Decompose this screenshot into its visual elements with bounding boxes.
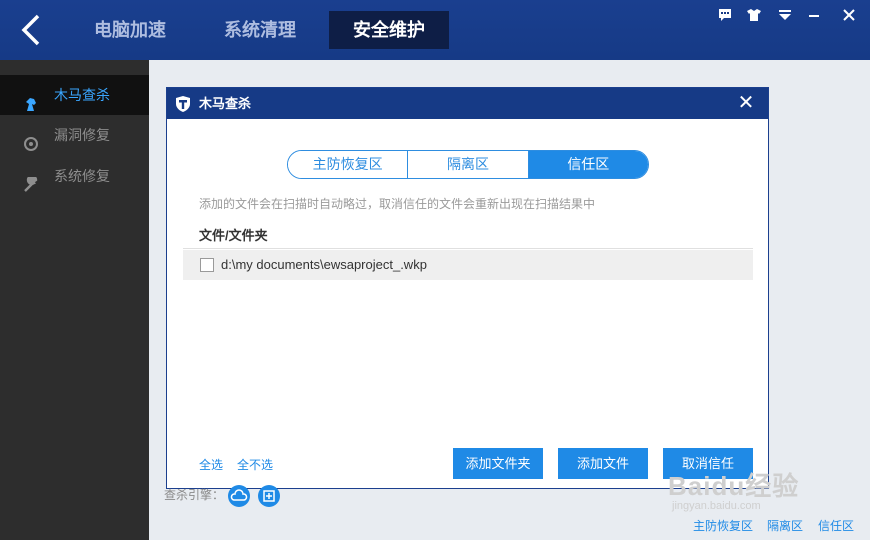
- tab-trust-zone[interactable]: 信任区: [528, 151, 648, 178]
- bottom-link-defense-recovery[interactable]: 主防恢复区: [693, 517, 753, 534]
- horse-icon: [23, 87, 39, 111]
- engine-label: 查杀引擎：: [164, 488, 225, 502]
- table-row[interactable]: d:\my documents\ewsaproject_.wkp: [183, 250, 753, 280]
- sidebar-item-system-fix[interactable]: 系统修复: [0, 156, 149, 196]
- tab-defense-recovery[interactable]: 主防恢复区: [288, 151, 409, 178]
- add-file-button[interactable]: 添加文件: [558, 448, 648, 479]
- bottom-link-quarantine[interactable]: 隔离区: [767, 517, 803, 534]
- file-checkbox[interactable]: [200, 258, 214, 272]
- top-bar: 电脑加速 系统清理 安全维护: [0, 0, 870, 60]
- cloud-engine-icon[interactable]: [228, 485, 250, 507]
- feedback-icon[interactable]: [716, 8, 734, 24]
- close-icon[interactable]: ✕: [736, 93, 756, 113]
- local-engine-icon[interactable]: [258, 485, 280, 507]
- tab-cleanup[interactable]: 系统清理: [210, 11, 310, 49]
- select-all-link[interactable]: 全选: [199, 456, 223, 473]
- sidebar: 木马查杀 漏洞修复 系统修复: [0, 60, 149, 540]
- shield-logo-icon: [175, 95, 191, 113]
- skin-icon[interactable]: [745, 8, 763, 24]
- tab-quarantine[interactable]: 隔离区: [408, 151, 529, 178]
- bottom-link-trust-zone[interactable]: 信任区: [818, 517, 854, 534]
- close-window-icon[interactable]: [840, 8, 858, 24]
- sidebar-item-vuln-fix[interactable]: 漏洞修复: [0, 115, 149, 155]
- divider: [183, 248, 753, 249]
- column-header: 文件/文件夹: [199, 228, 268, 243]
- tab-speedup[interactable]: 电脑加速: [80, 11, 180, 49]
- back-arrow-icon[interactable]: [18, 12, 48, 48]
- minimize-icon[interactable]: [805, 8, 823, 24]
- menu-icon[interactable]: [776, 8, 794, 24]
- patch-icon: [23, 127, 39, 151]
- wrench-icon: [23, 168, 39, 192]
- select-none-link[interactable]: 全不选: [237, 456, 273, 473]
- tab-security[interactable]: 安全维护: [329, 11, 449, 49]
- sidebar-item-label: 漏洞修复: [54, 127, 110, 143]
- dialog-title: 木马查杀: [199, 96, 252, 111]
- segment-tabs: 主防恢复区 隔离区 信任区: [287, 150, 649, 179]
- dialog-header: 木马查杀 ✕: [167, 88, 768, 119]
- add-folder-button[interactable]: 添加文件夹: [453, 448, 543, 479]
- sidebar-item-trojan-scan[interactable]: 木马查杀: [0, 75, 149, 115]
- trojan-scan-dialog: 木马查杀 ✕ 主防恢复区 隔离区 信任区 添加的文件会在扫描时自动略过，取消信任…: [166, 87, 769, 489]
- watermark-url: jingyan.baidu.com: [672, 500, 761, 512]
- sidebar-item-label: 木马查杀: [54, 87, 110, 103]
- watermark-text: Baidu经验: [668, 471, 800, 501]
- file-path: d:\my documents\ewsaproject_.wkp: [221, 257, 427, 272]
- sidebar-item-label: 系统修复: [54, 168, 110, 184]
- hint-text: 添加的文件会在扫描时自动略过，取消信任的文件会重新出现在扫描结果中: [199, 197, 596, 211]
